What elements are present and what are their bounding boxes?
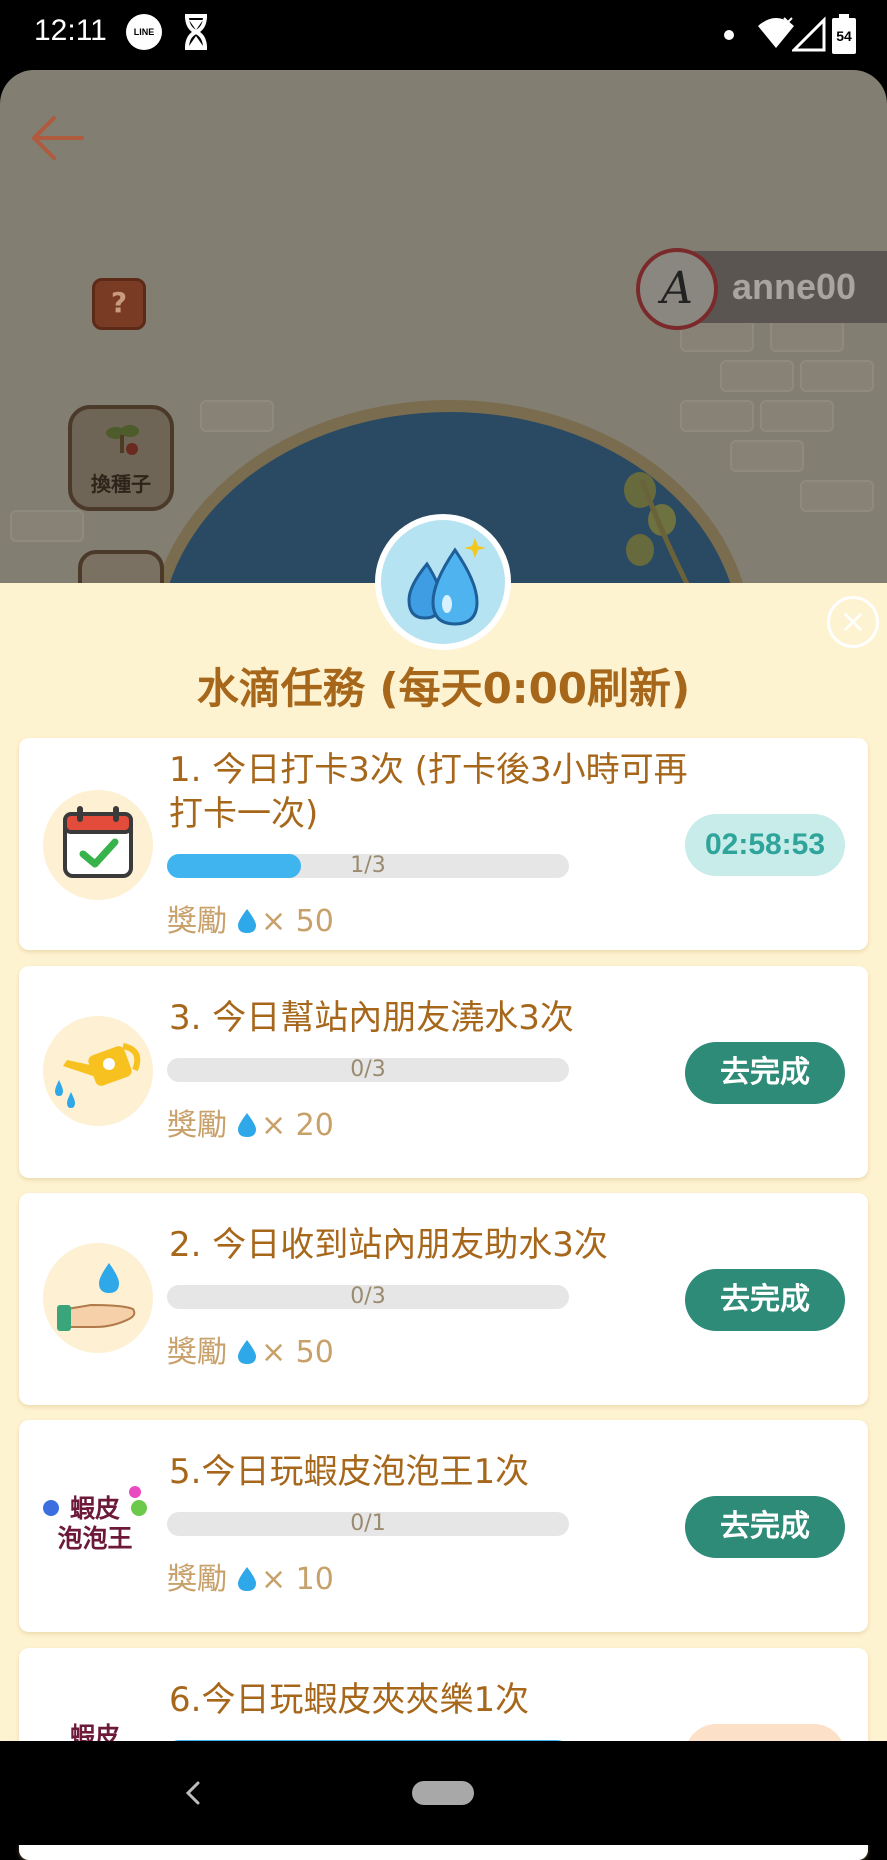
hourglass-icon <box>185 14 207 50</box>
task-card-water-friends: 3. 今日幫站內朋友澆水3次 0/3 獎勵 × 20 去完成 <box>19 966 868 1178</box>
task-card-checkin: 1. 今日打卡3次 (打卡後3小時可再打卡一次) 1/3 獎勵 × 50 02:5… <box>19 738 868 950</box>
brick <box>730 440 804 472</box>
brick <box>680 400 754 432</box>
change-seed-button[interactable]: 換種子 <box>68 405 174 511</box>
brick <box>720 360 794 392</box>
brick <box>800 480 874 512</box>
go-complete-button[interactable]: 去完成 <box>685 1269 845 1331</box>
reward-amount: × 20 <box>261 1108 334 1143</box>
watering-can-icon <box>43 1016 153 1126</box>
panel-title: 水滴任務 (每天0:00刷新) <box>196 664 691 713</box>
task-title: 1. 今日打卡3次 (打卡後3小時可再打卡一次) <box>169 750 688 834</box>
notification-dot-icon <box>724 30 734 40</box>
water-drops-icon <box>407 538 486 626</box>
help-button[interactable]: ? <box>92 278 146 330</box>
shopee-bubble-game-icon: 蝦皮 泡泡王 <box>39 1470 151 1582</box>
reward-amount: × 50 <box>261 904 334 939</box>
game-background: ? 換種子 anne00 A <box>0 70 887 590</box>
navigation-bar <box>0 1741 887 1845</box>
water-drop-icon <box>238 1113 256 1137</box>
username: anne00 <box>732 266 857 307</box>
go-complete-button[interactable]: 去完成 <box>685 1042 845 1104</box>
water-drop-icon <box>238 1567 256 1591</box>
progress-bar: 0/3 <box>167 1058 569 1082</box>
reward-amount: × 50 <box>261 1335 334 1370</box>
task-card-bubble-game: 蝦皮 泡泡王 5.今日玩蝦皮泡泡王1次 0/1 獎勵 × 10 去完成 <box>19 1420 868 1632</box>
vine-plant <box>624 472 693 590</box>
task-card-receive-water: 2. 今日收到站內朋友助水3次 0/3 獎勵 × 50 去完成 <box>19 1193 868 1405</box>
reward-label: 獎勵 <box>167 904 227 939</box>
reward-row: 獎勵 × 50 <box>167 896 334 940</box>
progress-text: 0/3 <box>350 1284 386 1309</box>
nav-home-pill[interactable] <box>412 1781 474 1805</box>
reward-amount: × 10 <box>261 1562 334 1597</box>
nav-back-icon[interactable] <box>178 1773 208 1813</box>
calendar-check-icon <box>43 790 153 900</box>
reward-label: 獎勵 <box>167 1562 227 1597</box>
reward-row: 獎勵 × 50 <box>167 1327 334 1371</box>
progress-bar: 0/1 <box>167 1512 569 1536</box>
go-complete-button[interactable]: 去完成 <box>685 1496 845 1558</box>
sprout-icon <box>106 425 139 455</box>
countdown-timer: 02:58:53 <box>685 814 845 876</box>
water-drop-icon <box>238 1340 256 1364</box>
reward-row: 獎勵 × 10 <box>167 1554 334 1598</box>
water-drop-badge <box>375 514 511 650</box>
brick <box>770 320 844 352</box>
brick <box>200 400 274 432</box>
battery-icon: 54 <box>832 14 856 54</box>
brick <box>760 400 834 432</box>
line-icon: LINE <box>126 14 162 50</box>
task-title: 3. 今日幫站內朋友澆水3次 <box>169 998 574 1038</box>
task-title: 2. 今日收到站內朋友助水3次 <box>169 1225 608 1265</box>
progress-text: 0/3 <box>350 1057 386 1082</box>
reward-label: 獎勵 <box>167 1108 227 1143</box>
hand-water-drop-icon <box>43 1243 153 1353</box>
change-seed-label: 換種子 <box>91 472 151 496</box>
back-arrow-icon[interactable] <box>30 110 86 166</box>
progress-bar: 1/3 <box>167 854 569 878</box>
status-bar: 12:11 LINE 54 <box>0 0 887 70</box>
status-time: 12:11 <box>34 14 107 47</box>
reward-label: 獎勵 <box>167 1335 227 1370</box>
battery-level: 54 <box>836 28 852 44</box>
brick <box>800 360 874 392</box>
progress-text: 1/3 <box>350 853 386 878</box>
signal-icon <box>792 16 826 52</box>
progress-text: 0/1 <box>350 1511 386 1536</box>
reward-row: 獎勵 × 20 <box>167 1100 334 1144</box>
water-drop-icon <box>238 909 256 933</box>
avatar[interactable]: A <box>636 248 718 330</box>
brick <box>10 510 84 542</box>
close-button[interactable]: × <box>827 596 879 648</box>
task-title: 5.今日玩蝦皮泡泡王1次 <box>169 1452 530 1492</box>
wifi-icon <box>758 17 794 48</box>
task-title: 6.今日玩蝦皮夾夾樂1次 <box>169 1680 530 1720</box>
progress-bar: 0/3 <box>167 1285 569 1309</box>
